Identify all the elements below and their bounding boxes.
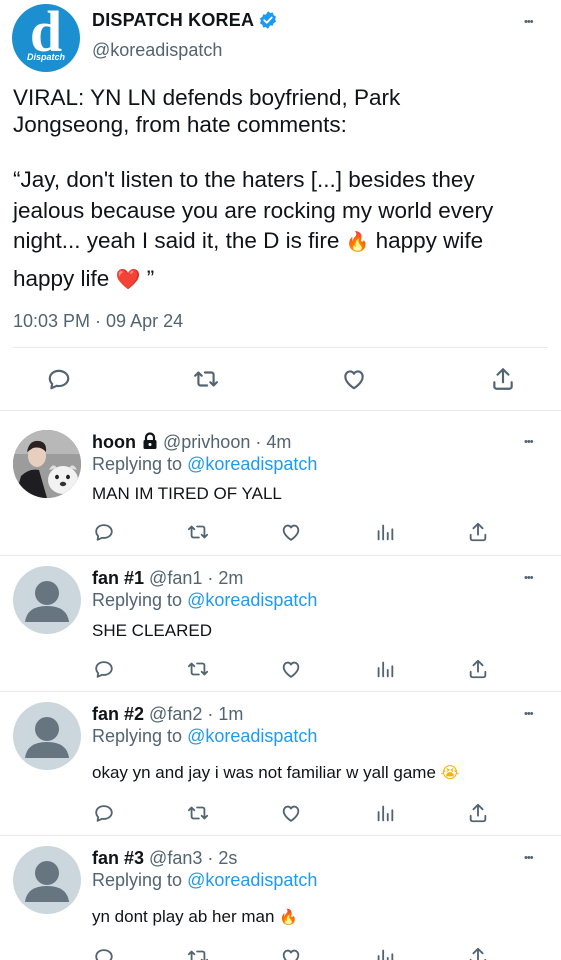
reply-icon	[48, 369, 70, 390]
main-avatar[interactable]: d Dispatch	[12, 4, 80, 72]
replying-to-link[interactable]: @koreadispatch	[187, 590, 317, 610]
analytics-icon[interactable]	[374, 521, 396, 543]
default-avatar-icon	[25, 581, 69, 622]
avatar-logo-sub: Dispatch	[26, 52, 65, 62]
reply-author-name[interactable]: fan #1	[92, 568, 144, 588]
heart-icon[interactable]	[280, 946, 302, 960]
reply-header: fan #3 @fan3 · 2s	[92, 848, 237, 869]
reply-action-bar	[0, 802, 561, 826]
replying-to: Replying to @koreadispatch	[92, 590, 318, 610]
share-icon[interactable]	[467, 521, 489, 543]
heart-icon[interactable]	[280, 521, 302, 543]
analytics-icon[interactable]	[374, 802, 396, 824]
reply-avatar[interactable]	[13, 702, 81, 770]
reply-time[interactable]: · 2m	[207, 568, 243, 588]
lock-icon	[142, 432, 158, 450]
reply-time[interactable]: · 2s	[207, 848, 237, 868]
reply-author-name[interactable]: fan #2	[92, 704, 144, 724]
reply-handle[interactable]: @privhoon	[163, 432, 250, 452]
reply-header: fan #1 @fan1 · 2m	[92, 568, 243, 589]
tweet-timestamp[interactable]: 10:03 PM · 09 Apr 24	[13, 311, 183, 332]
red-heart-emoji-icon: ❤️	[115, 268, 141, 291]
fire-emoji-icon: 🔥	[345, 232, 370, 253]
divider	[0, 410, 561, 411]
profile-photo	[13, 430, 81, 498]
divider	[0, 691, 561, 692]
divider	[0, 835, 561, 836]
reply-more-icon[interactable]: •••	[524, 852, 534, 864]
reply-handle[interactable]: @fan1	[149, 568, 202, 588]
retweet-icon[interactable]	[186, 658, 210, 680]
retweet-icon[interactable]	[186, 521, 210, 543]
reply-header: hoon @privhoon · 4m	[92, 432, 291, 453]
reply-handle[interactable]: @fan2	[149, 704, 202, 724]
reply-handle[interactable]: @fan3	[149, 848, 202, 868]
reply-icon[interactable]	[93, 658, 115, 680]
reply-action-bar	[0, 946, 561, 960]
replying-to: Replying to @koreadispatch	[92, 870, 318, 890]
heart-icon[interactable]	[280, 802, 302, 824]
reply-header: fan #2 @fan2 · 1m	[92, 704, 243, 725]
reply-avatar[interactable]	[13, 566, 81, 634]
replying-to-link[interactable]: @koreadispatch	[187, 870, 317, 890]
reply-text: yn dont play ab her man 🔥	[92, 907, 298, 926]
divider	[0, 555, 561, 556]
tweet-quote: “Jay, don't listen to the haters [...] b…	[13, 167, 494, 291]
reply-avatar[interactable]	[13, 846, 81, 914]
reply-more-icon[interactable]: •••	[524, 572, 534, 584]
reply-avatar[interactable]	[13, 430, 81, 498]
reply-icon[interactable]	[93, 946, 115, 960]
main-handle[interactable]: @koreadispatch	[92, 40, 222, 61]
reply-action-bar	[0, 658, 561, 682]
heart-icon[interactable]	[280, 658, 302, 680]
heart-icon	[344, 370, 364, 390]
retweet-button[interactable]	[192, 366, 220, 392]
share-icon[interactable]	[467, 658, 489, 680]
reply-text: MAN IM TIRED OF YALL	[92, 484, 282, 503]
share-icon	[493, 368, 513, 390]
share-icon[interactable]	[467, 802, 489, 824]
more-options-icon[interactable]: •••	[524, 16, 534, 28]
reply-time[interactable]: · 1m	[207, 704, 243, 724]
crying-face-emoji-icon: 😭	[440, 765, 460, 782]
retweet-icon	[194, 371, 218, 387]
tweet-text: VIRAL: YN LN defends boyfriend, Park Jon…	[13, 85, 401, 137]
reply-time[interactable]: · 4m	[255, 432, 291, 452]
replying-to-link[interactable]: @koreadispatch	[187, 726, 317, 746]
retweet-icon[interactable]	[186, 802, 210, 824]
reply-more-icon[interactable]: •••	[524, 708, 534, 720]
fire-emoji-icon: 🔥	[279, 909, 298, 926]
reply-more-icon[interactable]: •••	[524, 436, 534, 448]
verified-badge-icon	[258, 10, 278, 30]
share-icon[interactable]	[467, 946, 489, 960]
reply-icon[interactable]	[93, 802, 115, 824]
replying-to: Replying to @koreadispatch	[92, 726, 318, 746]
reply-action-bar	[0, 521, 561, 545]
analytics-icon[interactable]	[374, 946, 396, 960]
replying-to: Replying to @koreadispatch	[92, 454, 318, 474]
reply-button[interactable]	[46, 366, 72, 392]
reply-text: SHE CLEARED	[92, 621, 212, 640]
reply-author-name[interactable]: hoon	[92, 432, 136, 452]
default-avatar-icon	[25, 717, 69, 758]
divider	[13, 347, 548, 348]
default-avatar-icon	[25, 861, 69, 902]
reply-icon[interactable]	[93, 521, 115, 543]
like-button[interactable]	[341, 366, 367, 392]
reply-text: okay yn and jay i was not familiar w yal…	[92, 763, 460, 782]
replying-to-link[interactable]: @koreadispatch	[187, 454, 317, 474]
analytics-icon[interactable]	[374, 658, 396, 680]
share-button[interactable]	[490, 366, 516, 392]
retweet-icon[interactable]	[186, 946, 210, 960]
main-display-name[interactable]: DISPATCH KOREA	[92, 10, 254, 31]
reply-author-name[interactable]: fan #3	[92, 848, 144, 868]
